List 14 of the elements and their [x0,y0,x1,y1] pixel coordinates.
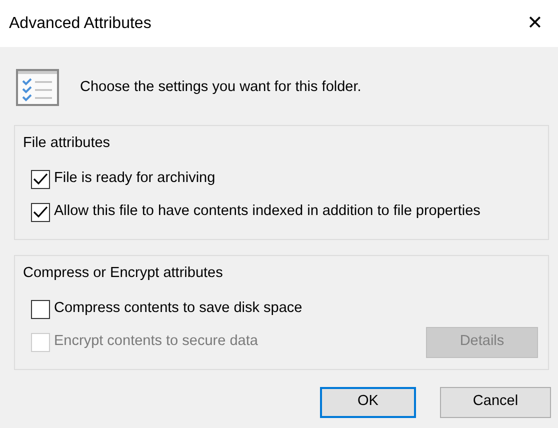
checkbox-label[interactable]: Compress contents to save disk space [54,298,302,320]
group-title: Compress or Encrypt attributes [23,264,224,283]
close-button[interactable]: ✕ [512,0,558,47]
checkbox-label[interactable]: File is ready for archiving [54,168,216,190]
checkbox[interactable] [31,202,50,222]
checklist-icon [16,69,59,106]
dialog-button[interactable]: OK [320,386,416,418]
instruction-text: Choose the settings you want for this folder. [80,78,362,97]
checkbox[interactable] [31,170,50,189]
dialog-button[interactable]: Cancel [440,386,551,418]
checkbox-label[interactable]: Allow this file to have contents indexed in addition to file properties [54,201,480,224]
checkbox[interactable] [31,300,50,318]
window-title: Advanced Attributes [9,14,152,34]
group-title: File attributes [23,134,112,153]
